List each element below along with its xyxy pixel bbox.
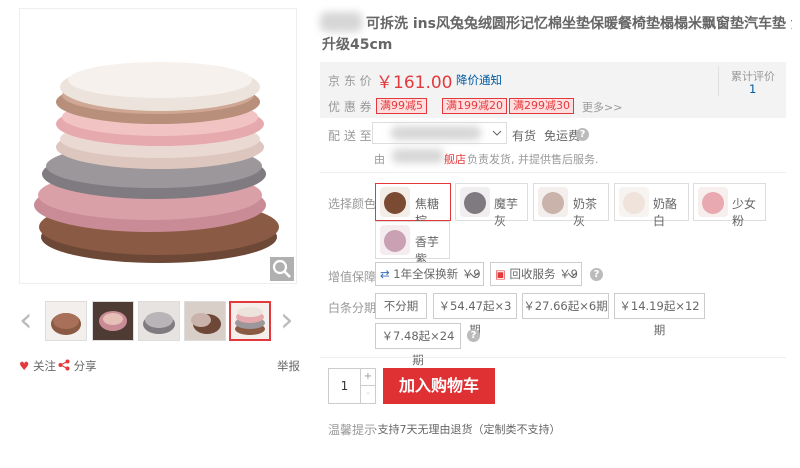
warranty-option-replace-label: 1年全保换新 ￥9 (393, 267, 481, 281)
share-link[interactable]: 分享 (58, 358, 97, 374)
price-drop-notice[interactable]: 降价通知 (456, 72, 502, 88)
thumbnail-2[interactable] (92, 301, 134, 341)
quantity-input[interactable] (329, 369, 361, 403)
coupon-more[interactable]: 更多>> (582, 99, 622, 115)
review-count[interactable]: 1 (749, 82, 756, 96)
color-label: 选择颜色 (328, 197, 377, 211)
cushion-stack-image (34, 62, 279, 263)
share-label: 分享 (73, 359, 97, 373)
follow-label: 关注 (32, 359, 56, 373)
installment-6[interactable]: ￥27.66起×6期 (522, 293, 609, 319)
thumbnail-4[interactable] (184, 301, 226, 341)
swatch-cheese-white (619, 187, 649, 217)
thumb-next-arrow[interactable]: › (280, 303, 294, 337)
shipping-info: 免运费 (544, 129, 581, 143)
price-box: 京 东 价 ￥161.00 降价通知 累计评价 1 优 惠 券 满99减5 满1… (320, 62, 786, 118)
warranty-option-recycle[interactable]: ▣ 回收服务 ￥9 (490, 262, 582, 286)
color-name: 奶酪白 (653, 197, 678, 228)
swatch-girl-pink (698, 187, 728, 217)
swatch-caramel (380, 187, 410, 217)
title-line-2: 升级45cm (322, 37, 393, 53)
seller-store-link[interactable]: 舰店 (444, 151, 466, 167)
stock-status: 有货 (512, 129, 537, 143)
quantity-plus-button[interactable]: + (361, 369, 375, 386)
warranty-option-replace[interactable]: ⇄ 1年全保换新 ￥9 (375, 262, 484, 286)
swap-icon: ⇄ (380, 267, 390, 281)
installment-24[interactable]: ￥7.48起×24期 (375, 323, 461, 367)
price-divider (718, 66, 719, 96)
color-option-girl-pink[interactable]: 少女粉 (693, 183, 766, 228)
main-product-image[interactable] (19, 8, 297, 284)
tips-text: ·支持7天无理由退货（定制类不支持） (374, 423, 561, 436)
follow-link[interactable]: ♥ 关注 (19, 358, 56, 374)
coupon-2[interactable]: 满199减20 (442, 98, 507, 114)
installment-3[interactable]: ￥54.47起×3期 (433, 293, 517, 337)
thumbnail-1[interactable] (45, 301, 87, 341)
color-name: 魔芋灰 (494, 197, 519, 228)
color-option-konjac-gray[interactable]: 魔芋灰 (455, 183, 528, 228)
delivery-label: 配 送 至 (328, 129, 372, 143)
installment-12[interactable]: ￥14.19起×12期 (614, 293, 705, 337)
help-icon-warranty[interactable]: ? (590, 268, 603, 281)
color-option-milk-tea-gray[interactable]: 奶茶灰 (533, 183, 609, 228)
thumbnail-3[interactable] (138, 301, 180, 341)
help-icon-installment[interactable]: ? (467, 329, 480, 342)
seller-note: 负责发货, 并提供售后服务. (467, 153, 599, 166)
thumbnail-5-active[interactable] (229, 301, 271, 341)
magnifier-icon (272, 259, 291, 278)
address-selector[interactable] (372, 122, 507, 144)
price-value: ￥161.00 (376, 73, 453, 93)
report-link[interactable]: 举报 (277, 358, 300, 374)
seller-prefix: 由 (374, 153, 385, 166)
chevron-down-icon (469, 272, 479, 278)
price-label: 京 东 价 (328, 74, 372, 88)
swatch-konjac-gray (460, 187, 490, 217)
add-to-cart-button[interactable]: 加入购物车 (383, 368, 495, 404)
chevron-down-icon (567, 272, 577, 278)
color-option-cheese-white[interactable]: 奶酪白 (614, 183, 689, 228)
color-name: 奶茶灰 (573, 197, 598, 228)
coupon-1[interactable]: 满99减5 (376, 98, 427, 114)
color-option-taro-purple[interactable]: 香芋紫 (375, 221, 450, 266)
warranty-label: 增值保障 (328, 270, 377, 284)
tips-label: 温馨提示 (328, 423, 377, 437)
zoom-button[interactable] (270, 257, 294, 281)
coupon-3[interactable]: 满299减30 (509, 98, 574, 114)
color-option-caramel[interactable]: 焦糖棕 (375, 183, 451, 228)
chevron-down-icon (492, 130, 502, 136)
quantity-stepper: + - (328, 368, 376, 404)
swatch-taro-purple (380, 225, 410, 255)
divider (320, 357, 786, 358)
installment-label: 白条分期 (328, 301, 377, 315)
swatch-milk-tea-gray (538, 187, 568, 217)
thumb-prev-arrow[interactable]: ‹ (19, 303, 33, 337)
installment-none[interactable]: 不分期 (375, 293, 427, 319)
share-icon (58, 359, 70, 371)
quantity-minus-button[interactable]: - (361, 386, 375, 403)
help-icon-shipping[interactable]: ? (576, 128, 589, 141)
address-blur (391, 126, 481, 140)
seller-name-blur (392, 149, 444, 163)
recycle-icon: ▣ (495, 267, 506, 281)
product-title: 可拆洗 ins风兔兔绒圆形记忆棉坐垫保暖餐椅垫榻榻米飘窗垫汽车垫 焦糖棕 升级4… (322, 14, 792, 56)
divider (320, 172, 786, 173)
heart-icon: ♥ (19, 359, 30, 373)
title-line-1: 可拆洗 ins风兔兔绒圆形记忆棉坐垫保暖餐椅垫榻榻米飘窗垫汽车垫 焦糖棕 (366, 16, 792, 32)
color-name: 少女粉 (732, 197, 757, 228)
coupon-label: 优 惠 券 (328, 100, 372, 114)
